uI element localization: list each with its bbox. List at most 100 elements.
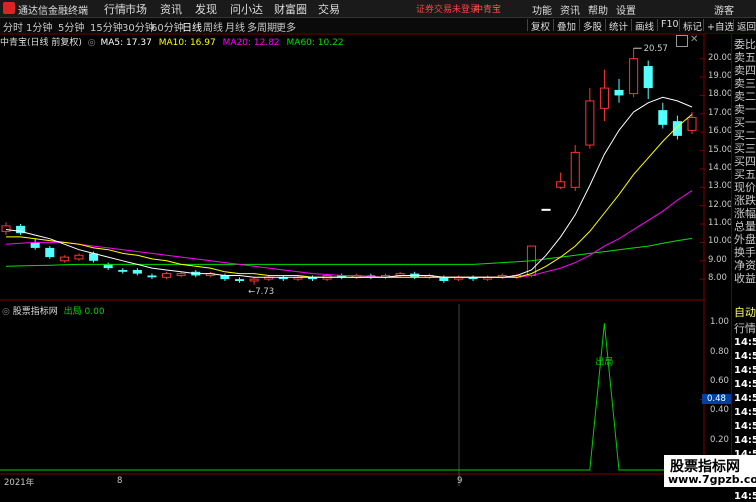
price-tick: 9.00	[708, 254, 727, 265]
candle-body	[118, 269, 128, 272]
price-tick: 17.00	[708, 107, 733, 118]
close-icon[interactable]: ✕	[690, 34, 698, 45]
toolbar-stats-button[interactable]: 统计	[605, 19, 628, 33]
candle-body	[672, 121, 682, 136]
toolbar-mark-button[interactable]: 标记	[679, 19, 702, 33]
ma60-value: MA60: 10.22	[286, 38, 344, 48]
tab-daily[interactable]: 日线	[182, 19, 202, 34]
candle-body	[585, 100, 595, 146]
menu-market[interactable]: 市场	[125, 1, 147, 17]
date-aug: 8	[117, 476, 123, 486]
price-tick: 11.00	[708, 218, 733, 229]
ma10-value: MA10: 16.97	[158, 38, 216, 48]
menu-caifuquan[interactable]: 财富圈	[274, 1, 307, 17]
price-tick: 15.00	[708, 144, 733, 155]
price-tick: 20.00	[708, 52, 733, 63]
indicator-settings-icon[interactable]: ◎	[2, 307, 10, 317]
candle-body	[59, 256, 69, 262]
price-tick: 16.00	[708, 126, 733, 137]
candle-body	[176, 273, 186, 276]
tick-time: 14:56	[734, 337, 756, 348]
quote-tab[interactable]: 行情	[734, 320, 756, 336]
tab-5min[interactable]: 5分钟	[58, 19, 84, 34]
candle-body	[162, 273, 172, 278]
indicator-line	[0, 323, 705, 471]
stock-label: 中青宝(日线 前复权)	[0, 38, 82, 48]
watermark-line2: www.7gpzb.com	[668, 473, 756, 486]
indicator-tick: 0.60	[710, 376, 729, 386]
indicator-tick: 0.40	[710, 405, 729, 416]
price-tick: 18.00	[708, 89, 733, 100]
ma-info-line: 中青宝(日线 前复权) ◎ MA5: 17.37 MA10: 16.97 MA2…	[0, 35, 344, 48]
candle-body	[439, 277, 449, 281]
tab-weekly[interactable]: 周线	[203, 19, 223, 34]
tab-30min[interactable]: 30分钟	[122, 19, 155, 34]
toolbar-draw-button[interactable]: 画线	[631, 19, 654, 33]
top-stock-name: 中青宝	[474, 5, 502, 15]
toolbar-add-watchlist-button[interactable]: +自选	[703, 19, 734, 33]
low-annotation: ←7.73	[248, 287, 274, 297]
tab-60min[interactable]: 60分钟	[151, 19, 184, 34]
date-year: 2021年	[4, 478, 35, 488]
kline-chart[interactable]: 20.57 ←7.73 出局	[0, 34, 705, 486]
menu-functions[interactable]: 功能	[532, 2, 552, 17]
candle-body	[103, 264, 113, 269]
menu-settings[interactable]: 设置	[616, 2, 636, 17]
price-tick: 13.00	[708, 181, 733, 192]
price-tick: 10.00	[708, 236, 733, 247]
menu-info[interactable]: 资讯	[560, 2, 580, 17]
candle-body	[147, 275, 157, 278]
tab-monthly[interactable]: 月线	[225, 19, 245, 34]
indicator-header: ◎ 股票指标网 出局 0.00	[2, 304, 105, 317]
high-annotation: 20.57	[644, 44, 668, 54]
quote-panel: 委比 卖五 卖四 卖三 卖二 卖一 买一 买二 买三 买四 买五 现价 涨跌 涨幅 总量 外盘 换手 净资 收益 自动…	[731, 34, 756, 502]
tab-1min[interactable]: 1分钟	[26, 19, 52, 34]
tab-more[interactable]: 更多	[276, 19, 296, 34]
toolbar-back-button[interactable]: 返回	[733, 19, 756, 33]
watermark: 股票指标网 www.7gpzb.com	[664, 455, 756, 487]
indicator-tick: 0.20	[710, 434, 729, 445]
candle-body	[643, 66, 653, 89]
candle-body	[220, 275, 230, 280]
toolbar-multi-stock-button[interactable]: 多股	[579, 19, 602, 33]
menu-discover[interactable]: 发现	[195, 1, 217, 17]
candle-body	[629, 58, 639, 95]
indicator-name: 股票指标网	[12, 307, 58, 317]
tab-15min[interactable]: 15分钟	[90, 19, 123, 34]
indicator-tick: 0.80	[710, 346, 729, 357]
candle-body	[1, 225, 11, 232]
quote-label: 收益	[734, 272, 756, 285]
auto-label[interactable]: 自动	[734, 304, 756, 320]
toolbar-f10-button[interactable]: F10	[657, 19, 679, 31]
indicator-tick: 1.00	[710, 317, 729, 328]
price-tick: 19.00	[708, 71, 733, 82]
tab-intraday[interactable]: 分时	[3, 19, 23, 34]
guest-label[interactable]: 游客	[714, 2, 734, 17]
candle-body	[45, 247, 55, 258]
candle-body	[249, 278, 259, 282]
candle-body	[556, 181, 566, 188]
candle-body	[614, 89, 624, 96]
price-tick: 12.00	[708, 199, 733, 210]
app-logo-icon	[3, 2, 15, 14]
menu-news[interactable]: 资讯	[160, 1, 182, 17]
menu-hangqing[interactable]: 行情	[104, 1, 126, 17]
tick-time: 14:56	[734, 351, 756, 362]
settings-icon[interactable]: ◎	[88, 38, 96, 48]
date-sep: 9	[457, 476, 463, 486]
tick-time: 14:56	[734, 379, 756, 390]
candle-body	[599, 87, 609, 109]
toolbar-adjust-button[interactable]: 复权	[527, 19, 550, 33]
tick-time: 14:56	[734, 393, 756, 404]
candle-body	[235, 279, 245, 281]
candle-body	[132, 269, 142, 274]
ma20-value: MA20: 12.82	[222, 38, 280, 48]
menu-help[interactable]: 帮助	[588, 2, 608, 17]
indicator-peak-label: 出局	[595, 355, 613, 367]
menu-wenxiaoda[interactable]: 问小达	[230, 1, 263, 17]
tab-multi-period[interactable]: 多周期	[247, 19, 277, 34]
maximize-icon[interactable]	[676, 35, 688, 47]
menu-trade[interactable]: 交易	[318, 1, 340, 17]
toolbar-overlay-button[interactable]: 叠加	[553, 19, 576, 33]
login-warning[interactable]: 证券交易未登录	[416, 2, 479, 15]
